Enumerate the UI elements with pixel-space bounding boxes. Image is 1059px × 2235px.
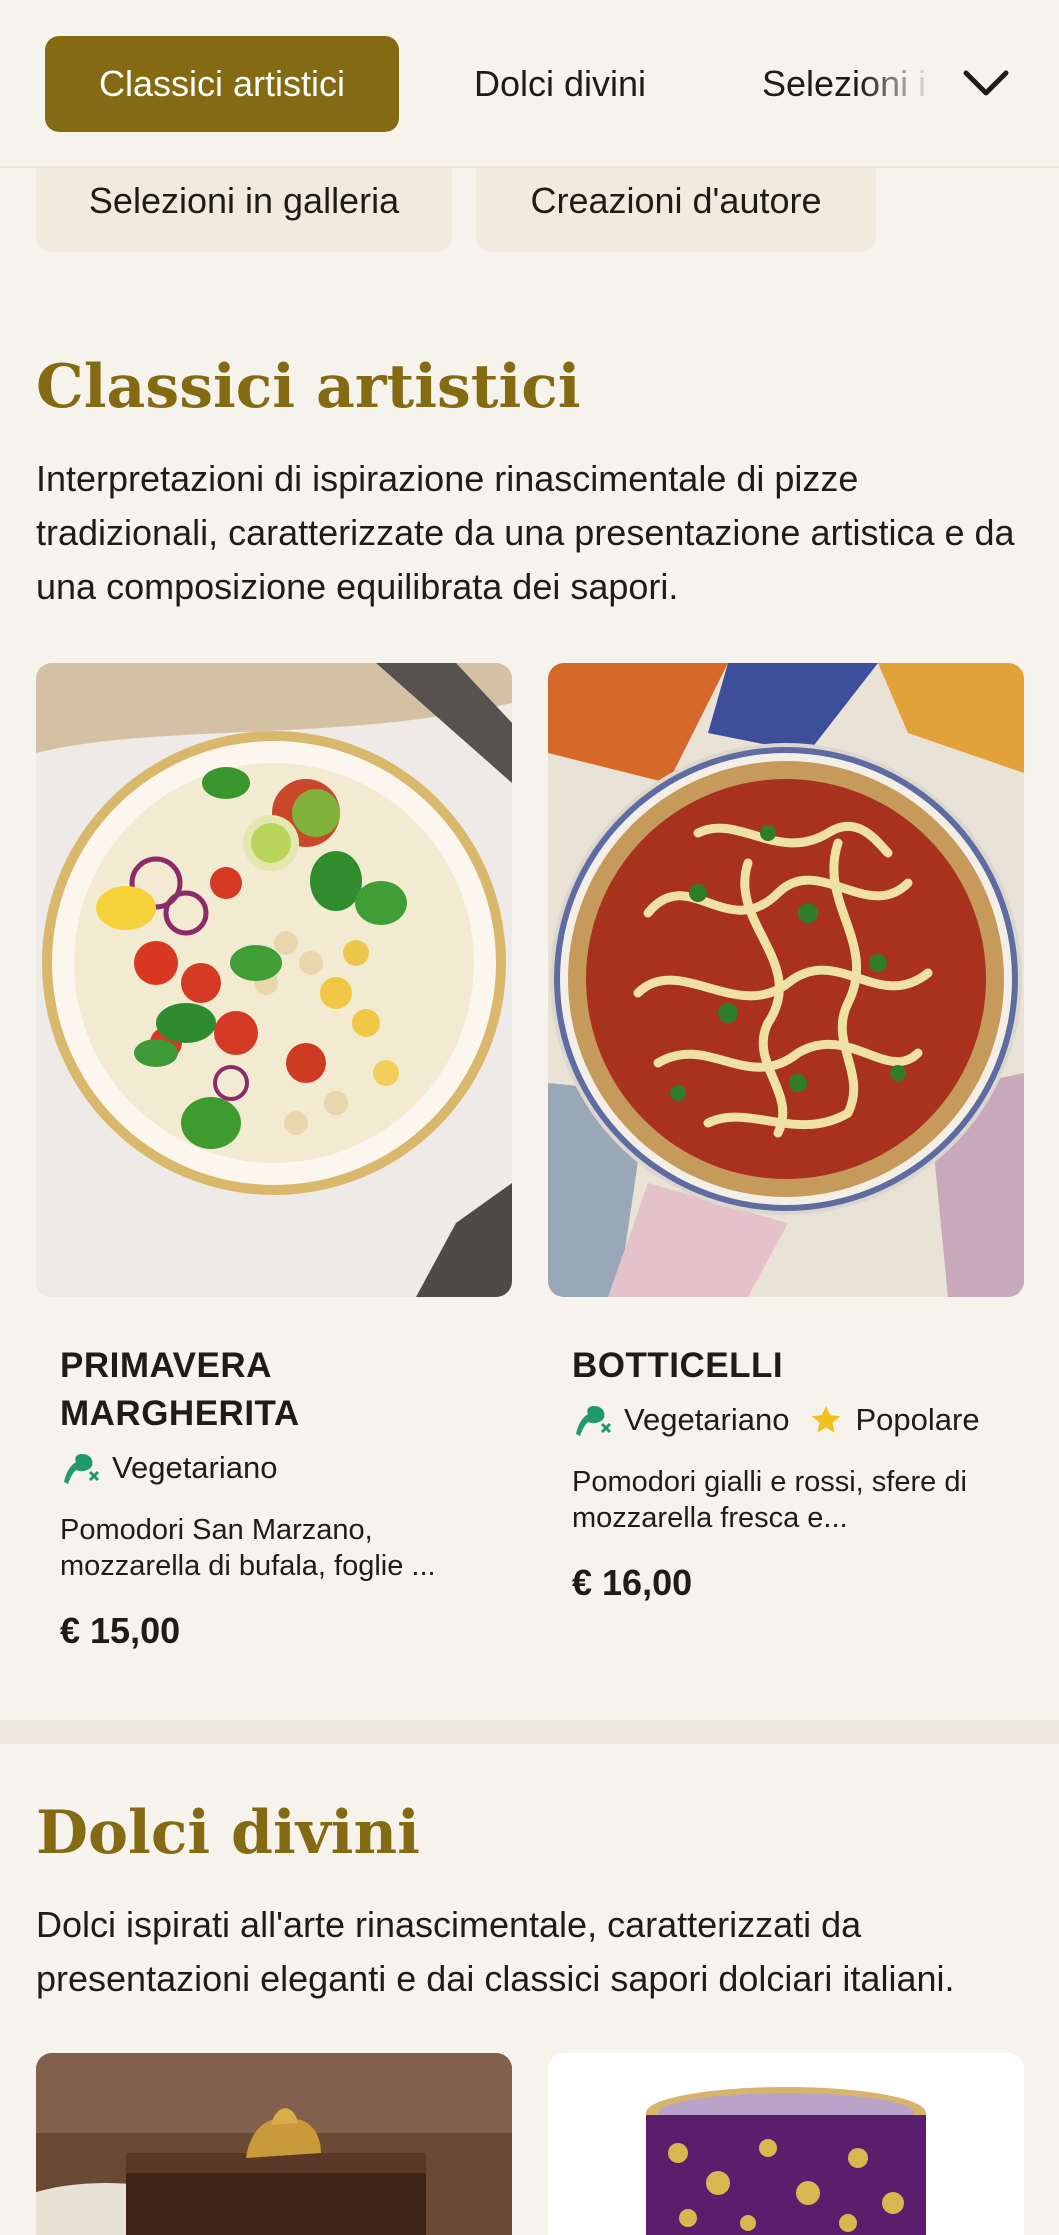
section-divider [0,1720,1059,1744]
expand-categories-button[interactable] [950,48,1022,120]
menu-item-card[interactable]: PRIMAVERA MARGHERITA Vegetariano Pomodor… [60,1342,500,1652]
vegetarian-icon [576,1406,612,1436]
tab-fade-overlay [860,36,960,132]
menu-item-image[interactable] [36,2053,512,2235]
dessert-jar-photo [548,2053,1024,2235]
menu-item-image[interactable] [548,2053,1024,2235]
category-nav: Classici artistici Dolci divini Selezion… [0,0,1059,168]
primavera-margherita-photo [36,663,512,1297]
section-title: Classici artistici [36,352,581,422]
tag-label: Vegetariano [112,1450,278,1485]
section-title: Dolci divini [36,1798,420,1868]
tab-dolci-divini[interactable]: Dolci divini [450,36,670,132]
botticelli-photo [548,663,1024,1297]
menu-item-image[interactable] [36,663,512,1297]
tag-vegetarian: Vegetariano [60,1450,277,1486]
menu-item-name: PRIMAVERA MARGHERITA [60,1346,300,1433]
section-description: Interpretazioni di ispirazione rinascime… [36,458,1015,607]
vegetarian-icon [64,1454,100,1484]
menu-item-price: € 16,00 [572,1562,693,1603]
star-icon [812,1405,841,1433]
section-description: Dolci ispirati all'arte rinascimentale, … [36,1904,955,1999]
tag-popular: Popolare [809,1402,980,1438]
tag-vegetarian: Vegetariano [572,1402,789,1438]
menu-item-description: Pomodori gialli e rossi, sfere di mozzar… [572,1466,967,1534]
menu-item-tags: Vegetariano [60,1450,500,1486]
tag-label: Vegetariano [624,1402,790,1437]
menu-item-card[interactable]: BOTTICELLI Vegetariano Popolare Pomodori… [572,1342,1012,1604]
menu-item-tags: Vegetariano Popolare [572,1402,1012,1438]
menu-item-name: BOTTICELLI [572,1346,784,1385]
dessert-cake-photo [36,2053,512,2235]
menu-item-description: Pomodori San Marzano, mozzarella di bufa… [60,1514,436,1582]
menu-item-price: € 15,00 [60,1610,181,1651]
tag-label: Popolare [855,1402,980,1437]
menu-item-image[interactable] [548,663,1024,1297]
chevron-down-icon [963,70,1009,96]
tab-classici-artistici[interactable]: Classici artistici [45,36,399,132]
